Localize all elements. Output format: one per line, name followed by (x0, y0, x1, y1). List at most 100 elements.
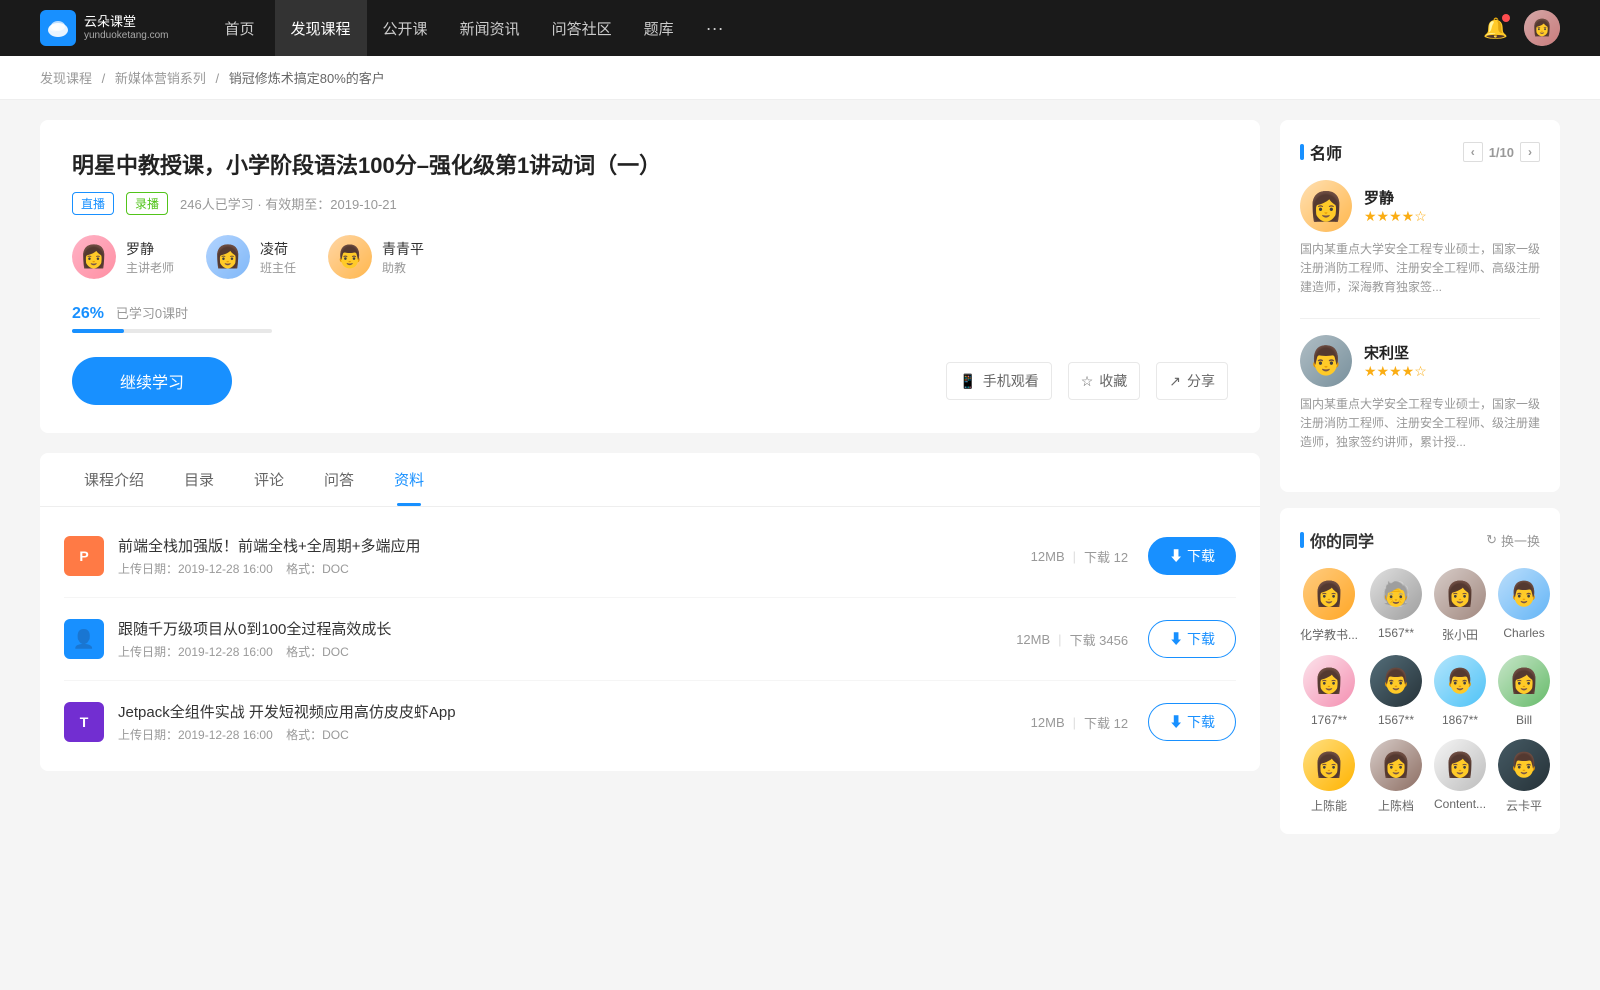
file-info-1: 前端全栈加强版！前端全栈+全周期+多端应用 上传日期：2019-12-28 16… (118, 535, 1031, 577)
student-3: 👩 张小田 (1434, 568, 1486, 643)
share-icon: ↗ (1169, 373, 1181, 390)
teacher-item-1: 👩 罗静 主讲老师 (72, 235, 174, 279)
file-stats-2: 12MB | 下载 3456 (1016, 630, 1128, 649)
title-bar-icon (1300, 144, 1304, 160)
nav-item-more[interactable]: ··· (690, 0, 740, 56)
student-avatar-3: 👩 (1434, 568, 1486, 620)
tab-qa[interactable]: 问答 (304, 453, 374, 506)
student-avatar-9: 👩 (1303, 739, 1355, 791)
star-icon: ☆ (1081, 373, 1094, 390)
breadcrumb-series[interactable]: 新媒体营销系列 (115, 71, 206, 86)
students-title: 你的同学 (1300, 528, 1374, 552)
continue-button[interactable]: 继续学习 (72, 357, 232, 405)
student-11: 👩 Content... (1434, 739, 1486, 814)
nav-item-discover[interactable]: 发现课程 (275, 0, 367, 56)
download-button-1[interactable]: ⬇ 下载 (1148, 537, 1236, 575)
file-downloads-2: 下载 3456 (1070, 630, 1129, 649)
sidebar-teacher-1: 👩 罗静 ★★★★☆ 国内某重点大学安全工程专业硕士，国家一级注册消防工程师、注… (1300, 180, 1540, 298)
breadcrumb: 发现课程 / 新媒体营销系列 / 销冠修炼术搞定80%的客户 (0, 56, 1600, 100)
refresh-button[interactable]: ↻ 换一换 (1486, 531, 1540, 550)
notification-dot (1502, 14, 1510, 22)
file-size-2: 12MB (1016, 632, 1050, 647)
student-2: 🧓 1567** (1370, 568, 1422, 643)
sidebar-stars-2: ★★★★☆ (1364, 363, 1427, 380)
mobile-view-button[interactable]: 📱 手机观看 (946, 362, 1051, 400)
share-button[interactable]: ↗ 分享 (1156, 362, 1228, 400)
nav-item-qa[interactable]: 问答社区 (536, 0, 628, 56)
nav-right: 🔔 👩 (1483, 10, 1560, 46)
students-sidebar-card: 你的同学 ↻ 换一换 👩 化学教书... 🧓 (1280, 508, 1560, 834)
file-list: P 前端全栈加强版！前端全栈+全周期+多端应用 上传日期：2019-12-28 … (40, 507, 1260, 771)
file-icon-2: 👤 (64, 619, 104, 659)
students-grid: 👩 化学教书... 🧓 1567** 👩 张小田 (1300, 568, 1540, 814)
next-teacher-btn[interactable]: › (1520, 142, 1540, 162)
student-5: 👩 1767** (1300, 655, 1358, 727)
file-info-3: Jetpack全组件实战 开发短视频应用高仿皮皮虾App 上传日期：2019-1… (118, 701, 1031, 743)
tab-intro[interactable]: 课程介绍 (64, 453, 164, 506)
teachers-label: 名师 (1310, 140, 1342, 164)
mobile-icon: 📱 (959, 373, 976, 390)
teacher-item-2: 👩 凌荷 班主任 (206, 235, 296, 279)
student-avatar-11: 👩 (1434, 739, 1486, 791)
breadcrumb-current: 销冠修炼术搞定80%的客户 (229, 71, 385, 86)
teacher-name-2: 凌荷 (260, 239, 296, 259)
student-name-7: 1867** (1442, 713, 1478, 727)
collect-button[interactable]: ☆ 收藏 (1068, 362, 1141, 400)
sidebar-teacher-name-2: 宋利坚 (1364, 342, 1427, 363)
progress-bar-bg (72, 329, 272, 333)
tab-catalog[interactable]: 目录 (164, 453, 234, 506)
logo-icon (40, 10, 76, 46)
sidebar-teacher-desc-1: 国内某重点大学安全工程专业硕士，国家一级注册消防工程师、注册安全工程师、高级注册… (1300, 240, 1540, 298)
download-button-3[interactable]: ⬇ 下载 (1148, 703, 1236, 741)
teacher-divider (1300, 318, 1540, 319)
file-downloads-1: 下载 12 (1084, 547, 1128, 566)
breadcrumb-discover[interactable]: 发现课程 (40, 71, 92, 86)
teacher-role-3: 助教 (382, 259, 424, 276)
students-title-bar (1300, 532, 1304, 548)
nav-item-home[interactable]: 首页 (209, 0, 271, 56)
file-item-1: P 前端全栈加强版！前端全栈+全周期+多端应用 上传日期：2019-12-28 … (64, 515, 1236, 598)
logo[interactable]: 云朵课堂 yunduoketang.com (40, 10, 169, 46)
course-actions: 继续学习 📱 手机观看 ☆ 收藏 ↗ 分享 (72, 357, 1228, 405)
user-avatar[interactable]: 👩 (1524, 10, 1560, 46)
download-button-2[interactable]: ⬇ 下载 (1148, 620, 1236, 658)
teacher-avatar-3: 👨 (328, 235, 372, 279)
student-9: 👩 上陈能 (1300, 739, 1358, 814)
teachers-pagination: ‹ 1/10 › (1463, 142, 1540, 162)
tabs-header: 课程介绍 目录 评论 问答 资料 (40, 453, 1260, 507)
refresh-icon: ↻ (1486, 532, 1497, 548)
student-4: 👨 Charles (1498, 568, 1550, 643)
tab-review[interactable]: 评论 (234, 453, 304, 506)
action-buttons: 📱 手机观看 ☆ 收藏 ↗ 分享 (946, 362, 1228, 400)
course-header-card: 明星中教授课，小学阶段语法100分–强化级第1讲动词（一） 直播 录播 246人… (40, 120, 1260, 433)
sidebar: 名师 ‹ 1/10 › 👩 罗静 ★★★★☆ (1280, 120, 1560, 850)
course-stats: 246人已学习 · 有效期至：2019-10-21 (180, 194, 397, 213)
nav-item-open[interactable]: 公开课 (367, 0, 444, 56)
logo-text: 云朵课堂 yunduoketang.com (84, 14, 169, 42)
notification-bell[interactable]: 🔔 (1483, 16, 1508, 41)
file-meta-3: 上传日期：2019-12-28 16:00 格式：DOC (118, 726, 1031, 743)
sidebar-teacher-name-1: 罗静 (1364, 187, 1427, 208)
progress-studied: 已学习0课时 (116, 306, 188, 321)
nav-item-quiz[interactable]: 题库 (628, 0, 690, 56)
student-avatar-10: 👩 (1370, 739, 1422, 791)
student-6: 👨 1567** (1370, 655, 1422, 727)
sidebar-avatar-1: 👩 (1300, 180, 1352, 232)
file-size-1: 12MB (1031, 549, 1065, 564)
file-item-3: T Jetpack全组件实战 开发短视频应用高仿皮皮虾App 上传日期：2019… (64, 681, 1236, 763)
student-name-8: Bill (1516, 713, 1532, 727)
students-header: 你的同学 ↻ 换一换 (1300, 528, 1540, 552)
teachers-sidebar-title: 名师 ‹ 1/10 › (1300, 140, 1540, 164)
prev-teacher-btn[interactable]: ‹ (1463, 142, 1483, 162)
student-1: 👩 化学教书... (1300, 568, 1358, 643)
nav-item-news[interactable]: 新闻资讯 (444, 0, 536, 56)
student-name-4: Charles (1503, 626, 1544, 640)
course-title: 明星中教授课，小学阶段语法100分–强化级第1讲动词（一） (72, 148, 1228, 180)
tab-files[interactable]: 资料 (374, 453, 444, 506)
badge-live: 直播 (72, 192, 114, 215)
student-avatar-7: 👨 (1434, 655, 1486, 707)
tabs-card: 课程介绍 目录 评论 问答 资料 P 前端全栈加强版！前端全栈+全周期+多端应用… (40, 453, 1260, 771)
teacher-avatar-1: 👩 (72, 235, 116, 279)
progress-section: 26% 已学习0课时 (72, 303, 1228, 333)
file-name-3: Jetpack全组件实战 开发短视频应用高仿皮皮虾App (118, 701, 1031, 722)
